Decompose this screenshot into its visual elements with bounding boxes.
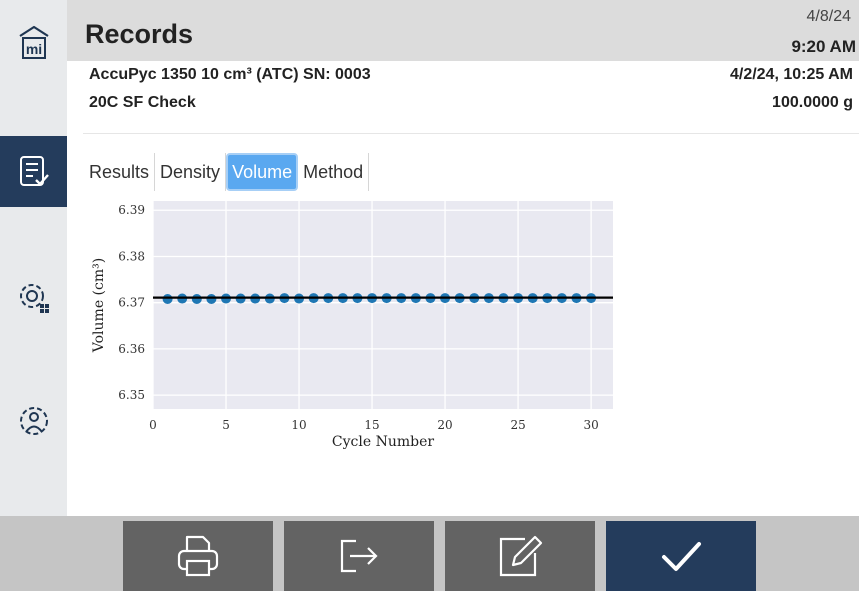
- tab-results[interactable]: Results: [84, 153, 156, 191]
- sidebar: mi: [0, 0, 67, 591]
- x-tick-label: 5: [222, 418, 230, 432]
- data-point: [162, 293, 173, 304]
- y-tick-label: 6.38: [118, 249, 145, 263]
- checklist-icon: [19, 155, 49, 186]
- export-button[interactable]: [284, 521, 434, 591]
- sidebar-item-instrument-settings[interactable]: [0, 262, 67, 332]
- sidebar-item-records[interactable]: [0, 136, 67, 207]
- sidebar-item-user-settings[interactable]: [0, 387, 67, 457]
- y-axis-label: Volume (cm³): [91, 258, 107, 353]
- sidebar-item-home[interactable]: mi: [0, 8, 67, 78]
- x-axis-label: Cycle Number: [332, 434, 434, 450]
- gear-grid-icon: [19, 284, 49, 313]
- x-tick-label: 0: [149, 418, 157, 432]
- instrument-info: AccuPyc 1350 10 cm³ (ATC) SN: 0003: [89, 66, 371, 83]
- header-time: 9:20 AM: [791, 37, 856, 56]
- export-arrow-icon: [340, 539, 378, 573]
- svg-text:mi: mi: [25, 41, 41, 57]
- edit-button[interactable]: [445, 521, 595, 591]
- checkmark-icon: [662, 542, 701, 571]
- divider: [83, 133, 859, 134]
- x-tick-label: 25: [510, 418, 525, 432]
- tab-volume[interactable]: Volume: [226, 153, 299, 191]
- volume-chart: 0 5 10 15 20 25 30 6.35 6.36 6.37 6.38 6.39 Cycle Nu…: [91, 201, 613, 450]
- confirm-button[interactable]: [606, 521, 756, 591]
- home-building-icon: mi: [18, 25, 49, 59]
- tab-density[interactable]: Density: [155, 153, 227, 191]
- page-title: Records: [85, 19, 194, 49]
- header-date: 4/8/24: [806, 8, 851, 25]
- gear-user-icon: [19, 407, 48, 435]
- tab-method[interactable]: Method: [298, 153, 370, 191]
- x-tick-label: 10: [291, 418, 306, 432]
- record-datetime: 4/2/24, 10:25 AM: [729, 66, 853, 83]
- x-tick-label: 15: [364, 418, 379, 432]
- data-point: [191, 293, 202, 304]
- x-tick-label: 30: [583, 418, 598, 432]
- plot-area: [153, 201, 613, 409]
- header-bar: Records 4/8/24 9:20 AM: [67, 0, 859, 61]
- y-tick-label: 6.37: [118, 296, 145, 310]
- print-button[interactable]: [123, 521, 273, 591]
- printer-icon: [177, 535, 219, 577]
- data-point: [206, 293, 217, 304]
- x-tick-label: 20: [437, 418, 452, 432]
- sample-mass: 100.0000 g: [772, 94, 853, 111]
- y-tick-label: 6.35: [118, 388, 145, 402]
- y-tick-label: 6.36: [118, 342, 145, 356]
- y-tick-label: 6.39: [118, 203, 145, 217]
- tab-bar: Results Density Volume Method: [84, 152, 370, 192]
- sample-name: 20C SF Check: [89, 94, 196, 111]
- edit-pencil-icon: [499, 535, 543, 577]
